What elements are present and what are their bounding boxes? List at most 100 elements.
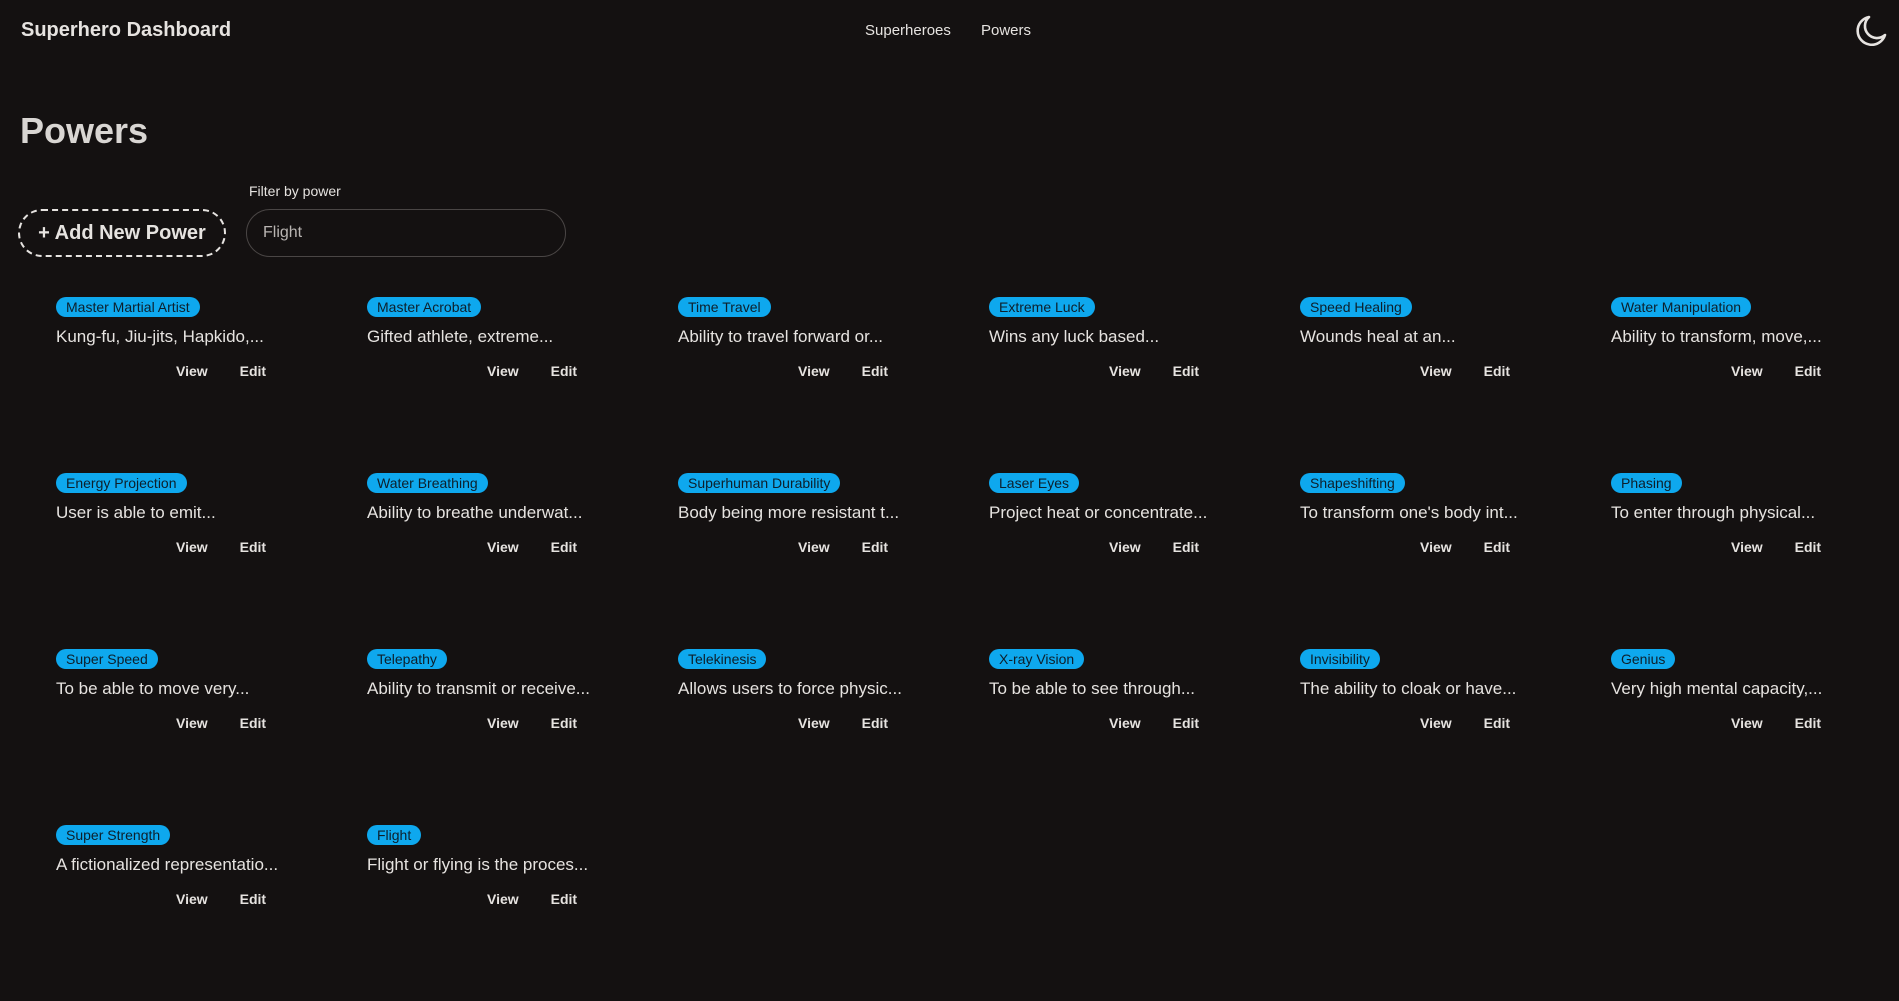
power-name-tag: Energy Projection bbox=[56, 473, 187, 493]
power-card: Energy Projection User is able to emit...… bbox=[56, 473, 367, 649]
edit-button[interactable]: Edit bbox=[862, 363, 888, 379]
view-button[interactable]: View bbox=[798, 715, 830, 731]
nav-link-powers[interactable]: Powers bbox=[981, 22, 1031, 39]
card-actions: View Edit bbox=[1109, 363, 1199, 379]
power-description: A fictionalized representatio... bbox=[56, 855, 279, 874]
view-button[interactable]: View bbox=[487, 715, 519, 731]
edit-button[interactable]: Edit bbox=[551, 363, 577, 379]
power-card: Super Strength A fictionalized representa… bbox=[56, 825, 367, 1001]
card-actions: View Edit bbox=[1420, 363, 1510, 379]
card-actions: View Edit bbox=[176, 363, 266, 379]
power-description: Wins any luck based... bbox=[989, 327, 1160, 346]
view-button[interactable]: View bbox=[487, 891, 519, 907]
card-actions: View Edit bbox=[1420, 715, 1510, 731]
edit-button[interactable]: Edit bbox=[1173, 363, 1199, 379]
edit-button[interactable]: Edit bbox=[551, 715, 577, 731]
power-description: Gifted athlete, extreme... bbox=[367, 327, 554, 346]
card-actions: View Edit bbox=[1420, 539, 1510, 555]
edit-button[interactable]: Edit bbox=[1795, 363, 1821, 379]
power-name-tag: Telepathy bbox=[367, 649, 447, 669]
view-button[interactable]: View bbox=[1420, 715, 1452, 731]
edit-button[interactable]: Edit bbox=[240, 363, 266, 379]
view-button[interactable]: View bbox=[176, 539, 208, 555]
power-card: Phasing To enter through physical... View E… bbox=[1611, 473, 1899, 649]
power-name-tag: Laser Eyes bbox=[989, 473, 1080, 493]
power-name-tag: Extreme Luck bbox=[989, 297, 1095, 317]
power-card: Telepathy Ability to transmit or receive.… bbox=[367, 649, 678, 825]
power-name-tag: Superhuman Durability bbox=[678, 473, 841, 493]
power-card: Invisibility The ability to cloak or have… bbox=[1300, 649, 1611, 825]
power-card: Telekinesis Allows users to force physic.… bbox=[678, 649, 989, 825]
edit-button[interactable]: Edit bbox=[240, 891, 266, 907]
view-button[interactable]: View bbox=[798, 363, 830, 379]
power-card: Shapeshifting To transform one's body int… bbox=[1300, 473, 1611, 649]
power-card: Super Speed To be able to move very... Vie… bbox=[56, 649, 367, 825]
power-description: To enter through physical... bbox=[1611, 503, 1816, 522]
nav-link-superheroes[interactable]: Superheroes bbox=[865, 22, 951, 39]
view-button[interactable]: View bbox=[1731, 715, 1763, 731]
edit-button[interactable]: Edit bbox=[1484, 539, 1510, 555]
edit-button[interactable]: Edit bbox=[1484, 363, 1510, 379]
card-actions: View Edit bbox=[487, 715, 577, 731]
power-name-tag: Super Speed bbox=[56, 649, 158, 669]
power-description: Wounds heal at an... bbox=[1300, 327, 1456, 346]
edit-button[interactable]: Edit bbox=[1795, 539, 1821, 555]
add-new-power-button[interactable]: + Add New Power bbox=[18, 209, 226, 257]
power-description: Allows users to force physic... bbox=[678, 679, 902, 698]
power-card: X-ray Vision To be able to see through...… bbox=[989, 649, 1300, 825]
power-card: Master Acrobat Gifted athlete, extreme...… bbox=[367, 297, 678, 473]
view-button[interactable]: View bbox=[1731, 539, 1763, 555]
edit-button[interactable]: Edit bbox=[1173, 715, 1199, 731]
card-actions: View Edit bbox=[1731, 539, 1821, 555]
power-card: Speed Healing Wounds heal at an... View Edi… bbox=[1300, 297, 1611, 473]
powers-grid: Master Martial Artist Kung-fu, Jiu-jits, … bbox=[56, 297, 1899, 1001]
power-description: To transform one's body int... bbox=[1300, 503, 1518, 522]
view-button[interactable]: View bbox=[1109, 363, 1141, 379]
view-button[interactable]: View bbox=[1731, 363, 1763, 379]
filter-label: Filter by power bbox=[249, 183, 341, 199]
view-button[interactable]: View bbox=[1109, 539, 1141, 555]
view-button[interactable]: View bbox=[176, 363, 208, 379]
card-actions: View Edit bbox=[1109, 715, 1199, 731]
edit-button[interactable]: Edit bbox=[240, 715, 266, 731]
edit-button[interactable]: Edit bbox=[240, 539, 266, 555]
power-name-tag: Master Martial Artist bbox=[56, 297, 200, 317]
card-actions: View Edit bbox=[798, 715, 888, 731]
power-name-tag: Invisibility bbox=[1300, 649, 1380, 669]
view-button[interactable]: View bbox=[487, 363, 519, 379]
view-button[interactable]: View bbox=[487, 539, 519, 555]
view-button[interactable]: View bbox=[176, 891, 208, 907]
power-name-tag: Shapeshifting bbox=[1300, 473, 1405, 493]
power-description: Very high mental capacity,... bbox=[1611, 679, 1823, 698]
edit-button[interactable]: Edit bbox=[551, 891, 577, 907]
power-name-tag: Genius bbox=[1611, 649, 1676, 669]
edit-button[interactable]: Edit bbox=[862, 715, 888, 731]
edit-button[interactable]: Edit bbox=[1173, 539, 1199, 555]
edit-button[interactable]: Edit bbox=[551, 539, 577, 555]
power-card: Water Breathing Ability to breathe underw… bbox=[367, 473, 678, 649]
brand-title: Superhero Dashboard bbox=[21, 19, 232, 41]
card-actions: View Edit bbox=[176, 891, 266, 907]
power-name-tag: Master Acrobat bbox=[367, 297, 482, 317]
view-button[interactable]: View bbox=[176, 715, 208, 731]
edit-button[interactable]: Edit bbox=[1484, 715, 1510, 731]
power-name-tag: Telekinesis bbox=[678, 649, 767, 669]
moon-icon bbox=[1856, 15, 1887, 47]
view-button[interactable]: View bbox=[1420, 539, 1452, 555]
card-actions: View Edit bbox=[1109, 539, 1199, 555]
power-description: User is able to emit... bbox=[56, 503, 216, 522]
edit-button[interactable]: Edit bbox=[1795, 715, 1821, 731]
filter-by-power-input[interactable] bbox=[246, 209, 566, 257]
edit-button[interactable]: Edit bbox=[862, 539, 888, 555]
view-button[interactable]: View bbox=[1109, 715, 1141, 731]
view-button[interactable]: View bbox=[798, 539, 830, 555]
power-description: To be able to move very... bbox=[56, 679, 250, 698]
power-name-tag: Water Breathing bbox=[367, 473, 488, 493]
card-actions: View Edit bbox=[487, 891, 577, 907]
power-card: Genius Very high mental capacity,... View E… bbox=[1611, 649, 1899, 825]
power-card: Superhuman Durability Body being more res… bbox=[678, 473, 989, 649]
card-actions: View Edit bbox=[798, 363, 888, 379]
view-button[interactable]: View bbox=[1420, 363, 1452, 379]
power-description: To be able to see through... bbox=[989, 679, 1196, 698]
theme-toggle-button[interactable] bbox=[1852, 12, 1890, 50]
